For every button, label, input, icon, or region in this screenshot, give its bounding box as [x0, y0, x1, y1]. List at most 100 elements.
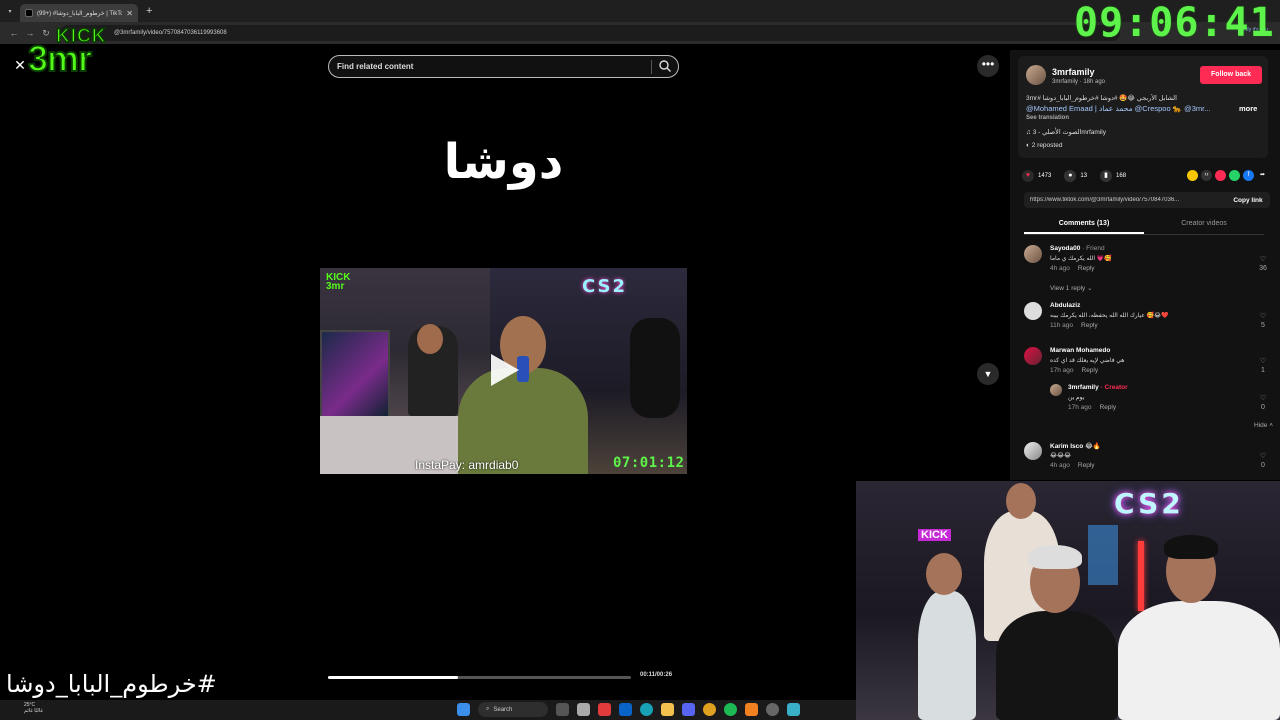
reply-link[interactable]: Reply [1078, 265, 1095, 272]
taskbar-search[interactable]: ⌕ Search [478, 702, 548, 717]
more-link[interactable]: more [1239, 104, 1257, 113]
weather-widget[interactable]: 25°C غالبًا غائم [24, 702, 43, 714]
panel-tabs: Comments (13) Creator videos [1024, 215, 1264, 235]
caption-mentions[interactable]: @Mohamed Emaad | محمد عماد @Crespoo 🐆 @3… [1026, 104, 1231, 113]
browser-tab[interactable]: (99+) #خرطوم_البابا_دوشا | TikTok ✕ [20, 4, 138, 22]
file-icon[interactable] [577, 703, 590, 716]
comment-like[interactable]: ♡ 0 [1256, 452, 1270, 470]
follow-back-button[interactable]: Follow back [1200, 66, 1262, 84]
creator-tag: · Creator [1100, 384, 1128, 391]
video-title-overlay: دوشا [443, 134, 564, 190]
tiktok-favicon-icon [25, 9, 33, 17]
commenter-name[interactable]: Abdulaziz [1050, 302, 1080, 309]
creator-avatar[interactable] [1050, 384, 1062, 396]
search-placeholder: Find related content [337, 62, 414, 71]
heart-outline-icon: ♡ [1259, 395, 1267, 402]
repost-row[interactable]: ◐ 2 reposted [1026, 142, 1062, 149]
comment-meta: 4h ago Reply [1050, 462, 1095, 469]
task-view-icon[interactable] [556, 703, 569, 716]
url-field[interactable]: @3mrfamily/video/7570847036119993608 [60, 25, 1120, 41]
copy-link-button[interactable]: Copy link [1226, 197, 1270, 204]
whatsapp-icon[interactable] [1229, 170, 1240, 181]
author-avatar[interactable] [1026, 65, 1046, 85]
settings-icon[interactable] [766, 703, 779, 716]
facebook-icon[interactable]: f [1243, 170, 1254, 181]
more-options-button[interactable]: ••• [977, 55, 999, 77]
share-icons: ‹› f ➦ [1187, 170, 1268, 181]
search-icon[interactable] [658, 59, 672, 73]
search-divider [651, 60, 652, 74]
reply-link[interactable]: Reply [1100, 404, 1117, 411]
repost-icon[interactable] [1215, 170, 1226, 181]
standing-person-head [1006, 483, 1036, 519]
comment-like[interactable]: ♡ 5 [1256, 312, 1270, 330]
new-tab-icon[interactable]: + [146, 5, 152, 17]
comment-action[interactable]: ● 13 [1064, 170, 1087, 182]
friend-tag: · Friend [1082, 245, 1105, 252]
tab-creator-videos[interactable]: Creator videos [1144, 215, 1264, 234]
comment-meta: 11h ago Reply [1050, 322, 1098, 329]
mini-kick-logo: KICK 3mr [326, 273, 350, 292]
frame-timestamp: 07:01:12 [613, 455, 685, 471]
file-explorer-icon[interactable] [661, 703, 674, 716]
comment-like[interactable]: ♡ 0 [1256, 394, 1270, 412]
discord-icon[interactable] [682, 703, 695, 716]
commenter-avatar[interactable] [1024, 442, 1042, 460]
tab-comments[interactable]: Comments (13) [1024, 215, 1144, 234]
chrome-icon[interactable] [703, 703, 716, 716]
edge-icon[interactable] [640, 703, 653, 716]
taskbar-icons: ⌕ Search [457, 702, 800, 717]
instapay-text: InstaPay: amrdiab0 [415, 458, 519, 472]
share-arrow-icon[interactable]: ➦ [1257, 170, 1268, 181]
see-translation-link[interactable]: See translation [1026, 115, 1069, 121]
emoji-share-icon[interactable] [1187, 170, 1198, 181]
find-related-search[interactable]: Find related content [328, 55, 679, 78]
video-link[interactable]: https://www.tiktok.com/@3mrfamily/video/… [1024, 197, 1226, 203]
app-red-icon[interactable] [598, 703, 611, 716]
video-frame[interactable]: CS2 KICK 3mr InstaPay: amrdiab0 07:01:12 [320, 268, 687, 474]
next-video-button[interactable]: ▼ [977, 363, 999, 385]
vlc-icon[interactable] [745, 703, 758, 716]
webcam-overlay: CS2 KICK [856, 481, 1280, 720]
music-title: الصوت الأصلي - 3mrfamily [1032, 129, 1106, 136]
caption-line-1: الشابل الأربجي 😂🤩 #دوشا #خرطوم_البابا_دو… [1026, 95, 1177, 102]
comment-text: يوم ين [1068, 395, 1085, 401]
chevron-up-icon: ˄ [1269, 422, 1273, 429]
search-icon: ⌕ [486, 706, 490, 712]
outlook-icon[interactable] [619, 703, 632, 716]
windows-start-icon[interactable] [457, 703, 470, 716]
tab-list-icon[interactable]: ▾ [0, 8, 20, 15]
back-icon[interactable]: ← [6, 28, 22, 38]
commenter-avatar[interactable] [1024, 347, 1042, 365]
video-progress-bar[interactable] [328, 676, 631, 679]
heart-icon: ♥ [1022, 170, 1034, 182]
spotify-icon[interactable] [724, 703, 737, 716]
hide-replies-link[interactable]: Hide ˄ [1254, 422, 1273, 429]
comment-like[interactable]: ♡ 36 [1256, 255, 1270, 273]
commenter-name[interactable]: Marwan Mohamedo [1050, 347, 1110, 354]
music-row[interactable]: ♫ الصوت الأصلي - 3mrfamily [1026, 128, 1106, 136]
like-action[interactable]: ♥ 1473 [1022, 170, 1051, 182]
reply-link[interactable]: Reply [1078, 462, 1095, 469]
embed-icon[interactable]: ‹› [1201, 170, 1212, 181]
commenter-name[interactable]: 3mrfamily · Creator [1068, 384, 1128, 391]
comment-like-count: 5 [1261, 322, 1265, 329]
close-icon[interactable]: ✕ [10, 55, 30, 75]
commenter-name[interactable]: Karim Isco 😂🔥 [1050, 442, 1101, 450]
save-action[interactable]: ▮ 168 [1100, 170, 1126, 182]
reply-link[interactable]: Reply [1082, 367, 1099, 374]
stream-clock: 09:06:41 [1074, 0, 1275, 46]
reply-link[interactable]: Reply [1081, 322, 1098, 329]
close-tab-icon[interactable]: ✕ [126, 9, 133, 18]
commenter-avatar[interactable] [1024, 245, 1042, 263]
comment-like[interactable]: ♡ 1 [1256, 357, 1270, 375]
play-icon[interactable] [491, 354, 519, 386]
video-player[interactable]: Find related content دوشا CS2 KICK 3mr In… [320, 44, 687, 690]
repost-count: 2 reposted [1031, 142, 1063, 149]
view-replies-link[interactable]: View 1 reply ⌄ [1050, 284, 1093, 292]
calculator-icon[interactable] [787, 703, 800, 716]
save-count: 168 [1116, 173, 1127, 179]
commenter-avatar[interactable] [1024, 302, 1042, 320]
author-name[interactable]: 3mrfamily [1052, 67, 1095, 77]
commenter-name[interactable]: Sayoda00 · Friend [1050, 245, 1105, 252]
